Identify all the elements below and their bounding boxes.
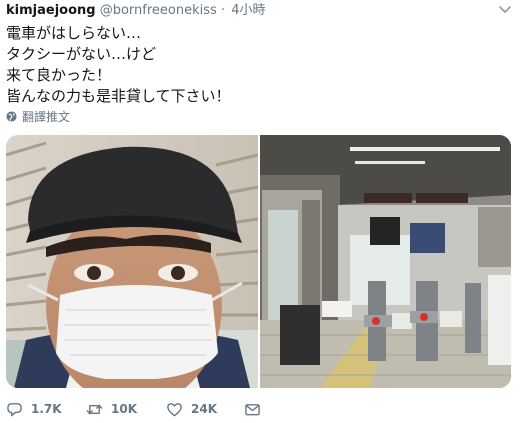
tweet-actions: 1.7K 10K 24K <box>6 398 261 420</box>
tweet-text: 電車がはしらない… タクシーがない…けど 来て良かった！ 皆んなの力も是非貸して… <box>6 23 231 107</box>
station-photo[interactable] <box>260 135 511 388</box>
like-count: 24K <box>191 402 217 416</box>
retweet-icon <box>86 404 103 414</box>
heart-icon <box>167 402 182 416</box>
globe-icon <box>6 110 17 122</box>
media-grid <box>6 135 511 388</box>
retweet-button[interactable]: 10K <box>86 401 166 418</box>
selfie-image <box>6 135 258 388</box>
station-image <box>260 135 511 388</box>
chevron-down-icon[interactable] <box>497 3 513 17</box>
retweet-count: 10K <box>111 402 137 416</box>
tweet-header: kimjaejoong @bornfreeonekiss · 4小時 <box>6 2 266 20</box>
tweet-line: 電車がはしらない… <box>6 24 142 42</box>
reply-count: 1.7K <box>31 402 62 416</box>
envelope-icon <box>245 403 260 415</box>
tweet-line: 皆んなの力も是非貸して下さい！ <box>6 87 231 105</box>
tweet-timestamp[interactable]: 4小時 <box>231 3 265 18</box>
tweet-line: 来て良かった！ <box>6 66 112 84</box>
translate-tweet-link[interactable]: 翻譯推文 <box>6 108 70 124</box>
display-name[interactable]: kimjaejoong <box>6 3 96 18</box>
separator-dot: · <box>220 3 226 18</box>
translate-label: 翻譯推文 <box>22 109 71 124</box>
reply-button[interactable]: 1.7K <box>6 401 86 418</box>
like-button[interactable]: 24K <box>166 401 244 418</box>
reply-icon <box>7 402 22 416</box>
user-handle[interactable]: @bornfreeonekiss <box>100 3 217 18</box>
selfie-photo[interactable] <box>6 135 258 388</box>
tweet: kimjaejoong @bornfreeonekiss · 4小時 電車がはし… <box>0 0 521 423</box>
tweet-line: タクシーがない…けど <box>6 45 157 63</box>
direct-message-button[interactable] <box>244 401 261 418</box>
